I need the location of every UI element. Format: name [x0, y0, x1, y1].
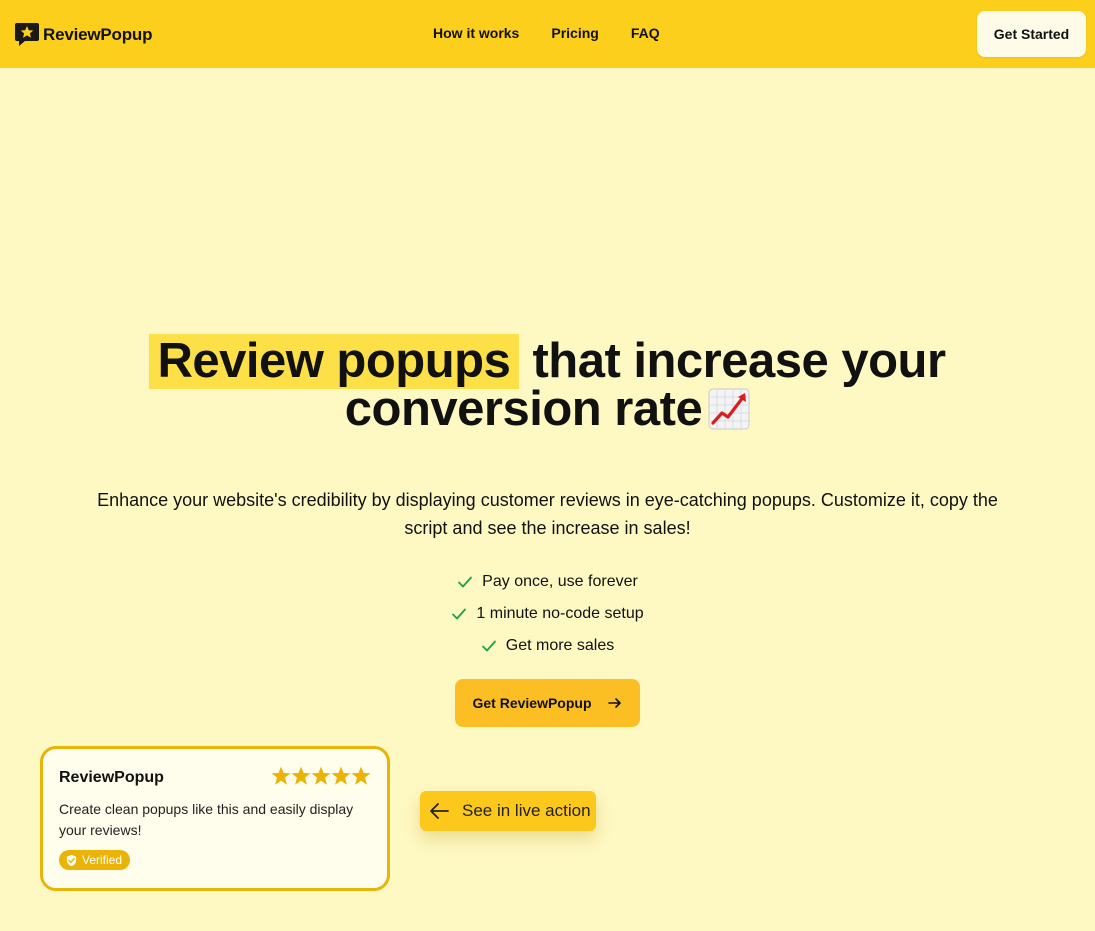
- feature-label: 1 minute no-code setup: [476, 605, 644, 622]
- hero-title-highlight: Review popups: [149, 334, 520, 389]
- feature-label: Pay once, use forever: [482, 573, 638, 590]
- popup-review-text: Create clean popups like this and easily…: [59, 801, 354, 838]
- cta-label: Get ReviewPopup: [472, 695, 592, 711]
- brand-logo[interactable]: ReviewPopup: [14, 22, 152, 47]
- nav-link-how-it-works[interactable]: How it works: [433, 25, 519, 41]
- star-icon: [271, 766, 291, 785]
- check-icon: [481, 640, 496, 652]
- nav-link-faq[interactable]: FAQ: [631, 25, 660, 41]
- chart-increasing-icon: [708, 388, 750, 430]
- hero-title-line1-rest: that increase your: [532, 334, 946, 388]
- see-in-live-action-button[interactable]: See in live action: [420, 791, 596, 831]
- feature-list: Pay once, use forever 1 minute no-code s…: [0, 566, 1095, 662]
- star-icon: [291, 766, 311, 785]
- feature-item: Get more sales: [0, 630, 1095, 662]
- live-action-label: See in live action: [462, 801, 591, 820]
- star-icon: [311, 766, 331, 785]
- hero-title: Review popups that increase your convers…: [0, 334, 1095, 436]
- arrow-left-icon: [430, 803, 449, 819]
- nav-links: How it works Pricing FAQ: [433, 25, 660, 41]
- verified-label: Verified: [82, 853, 123, 867]
- logo-icon: [15, 23, 39, 46]
- check-icon: [452, 608, 467, 620]
- nav-link-pricing[interactable]: Pricing: [551, 25, 598, 41]
- star-icon: [351, 766, 371, 785]
- check-icon: [458, 576, 473, 588]
- brand-name: ReviewPopup: [43, 24, 153, 44]
- hero-subtitle: Enhance your website's credibility by di…: [97, 490, 998, 538]
- feature-item: Pay once, use forever: [0, 566, 1095, 598]
- star-icon: [331, 766, 351, 785]
- verified-badge: Verified: [59, 850, 131, 870]
- hero-title-line2: conversion rate: [344, 382, 703, 436]
- top-navbar: ReviewPopup How it works Pricing FAQ Get…: [0, 0, 1095, 68]
- feature-label: Get more sales: [505, 637, 615, 654]
- verified-shield-icon: [66, 854, 77, 866]
- arrow-right-icon: [607, 698, 621, 708]
- review-popup-preview[interactable]: ReviewPopup Create clean popups like thi…: [40, 746, 390, 891]
- get-reviewpopup-button[interactable]: Get ReviewPopup: [455, 679, 640, 727]
- get-started-button[interactable]: Get Started: [977, 11, 1086, 57]
- star-rating: [271, 765, 371, 787]
- feature-item: 1 minute no-code setup: [0, 598, 1095, 630]
- popup-reviewer-name: ReviewPopup: [59, 769, 164, 786]
